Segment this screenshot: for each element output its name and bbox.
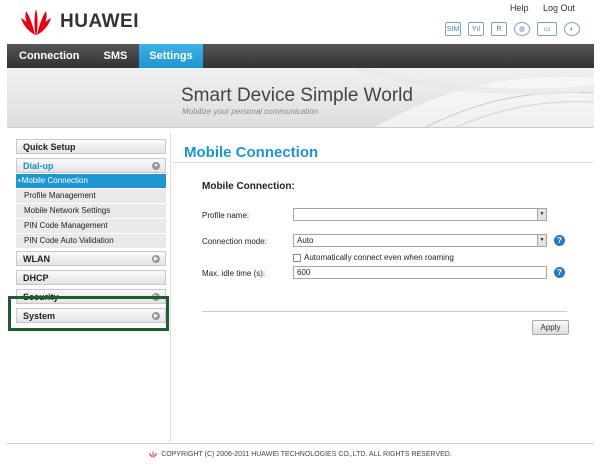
banner: Smart Device Simple World Mobilize your … [7,68,594,128]
logout-link[interactable]: Log Out [543,3,575,13]
tab-sms[interactable]: SMS [92,44,140,68]
signal-icon: Yıl [468,22,484,36]
sidebar-item-label: Dial-up [23,161,54,171]
sim-icon: SIM [445,22,461,36]
sidebar-item-label: Quick Setup [23,142,76,152]
connection-mode-help-icon[interactable]: ? [554,235,565,246]
sidebar-item-dhcp[interactable]: DHCP [16,270,166,285]
huawei-logo-icon [21,9,51,35]
sidebar-item-quick-setup[interactable]: Quick Setup [16,139,166,154]
highlight-box [8,296,169,331]
header: HUAWEI Help Log Out SIM Yıl R ◍ ▭ ◐ [0,0,600,44]
monitor-icon: ▭ [537,22,557,36]
max-idle-time-label: Max. idle time (s): [202,269,266,278]
banner-title: Smart Device Simple World [181,85,413,106]
title-divider [172,162,594,163]
sidebar-item-pin-code-management[interactable]: PIN Code Management [16,219,166,233]
help-link[interactable]: Help [510,3,529,13]
section-title: Mobile Connection: [202,181,295,192]
network-r-icon: R [491,22,507,36]
profile-name-label: Profile name: [202,211,250,220]
apply-button[interactable]: Apply [532,320,569,335]
footer-divider [7,443,594,444]
roaming-checkbox-label: Automatically connect even when roaming [304,253,454,262]
main-nav: Connection SMS Settings [7,44,594,68]
globe-icon: ◍ [514,22,530,36]
dropdown-arrow-icon: ▼ [537,235,546,246]
max-idle-time-help-icon[interactable]: ? [554,267,565,278]
connection-mode-label: Connection mode: [202,237,267,246]
footer: COPYRIGHT (C) 2006-2011 HUAWEI TECHNOLOG… [0,450,600,458]
sidebar-item-dialup[interactable]: Dial-up ▼ [16,158,166,173]
max-idle-time-input[interactable]: 600 [293,266,547,279]
page-title: Mobile Connection [184,144,319,161]
status-icons: SIM Yıl R ◍ ▭ ◐ [445,21,580,37]
max-idle-time-value: 600 [297,268,311,277]
tab-settings[interactable]: Settings [139,44,203,68]
dropdown-arrow-icon: ▼ [537,209,546,220]
brand-name: HUAWEI [60,11,139,32]
connection-mode-select[interactable]: Auto ▼ [293,234,547,247]
sidebar-item-profile-management[interactable]: Profile Management [16,189,166,203]
router-admin-page: HUAWEI Help Log Out SIM Yıl R ◍ ▭ ◐ Conn… [0,0,600,470]
sidebar: Quick Setup Dial-up ▼ +Mobile Connection… [7,133,171,442]
sidebar-item-mobile-network-settings[interactable]: Mobile Network Settings [16,204,166,218]
sidebar-item-label: WLAN [23,254,50,264]
huawei-small-logo-icon [149,450,158,458]
form-divider [202,311,567,312]
chevron-down-icon: ▼ [152,162,160,170]
sidebar-item-mobile-connection[interactable]: +Mobile Connection [16,174,166,188]
roaming-checkbox-row: Automatically connect even when roaming [293,253,454,262]
banner-subtitle: Mobilize your personal communication [182,107,319,116]
sidebar-item-pin-code-auto-validation[interactable]: PIN Code Auto Validation [16,234,166,248]
copyright-text: COPYRIGHT (C) 2006-2011 HUAWEI TECHNOLOG… [161,450,452,458]
sidebar-item-wlan[interactable]: WLAN ▶ [16,251,166,266]
connection-mode-value: Auto [297,236,314,245]
chevron-right-icon: ▶ [152,255,160,263]
profile-name-select[interactable]: ▼ [293,208,547,221]
roaming-checkbox[interactable] [293,253,301,262]
wifi-icon: ◐ [564,22,580,36]
main-content: Mobile Connection Mobile Connection: Pro… [172,133,594,442]
tab-connection[interactable]: Connection [7,44,92,68]
top-links: Help Log Out [498,3,575,13]
sidebar-item-label: DHCP [23,273,49,283]
